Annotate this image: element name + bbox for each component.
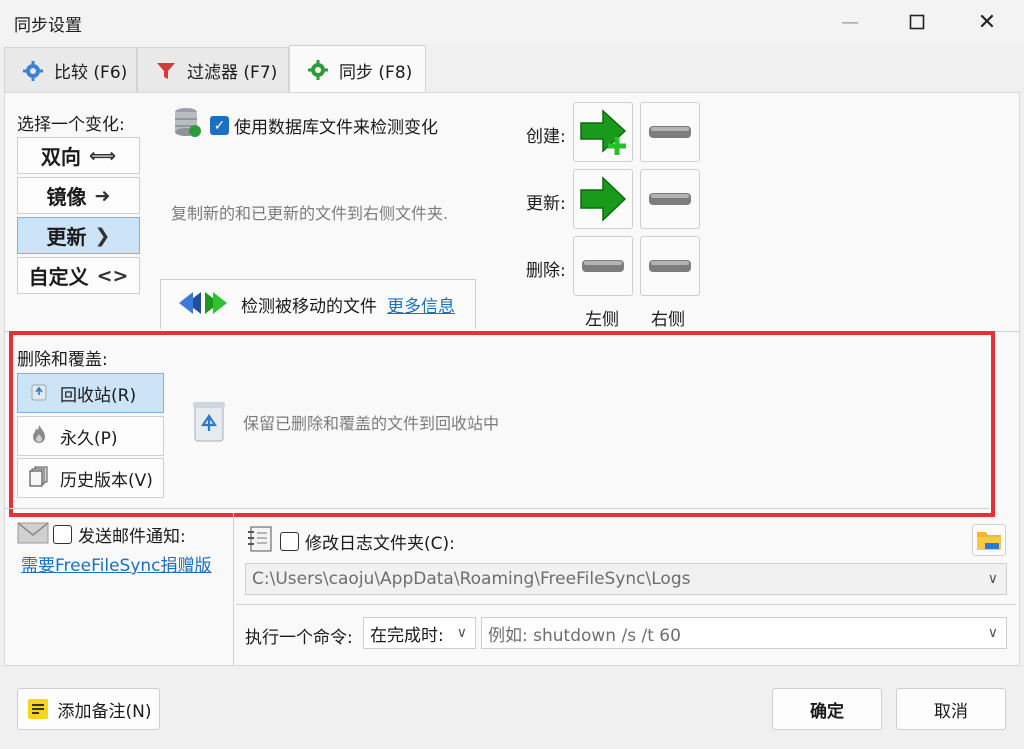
tab-filter[interactable]: 过滤器 (F7) [137, 47, 289, 93]
tab-filter-label: 过滤器 (F7) [187, 63, 278, 83]
tab-sync-label: 同步 (F8) [339, 62, 413, 83]
arrow-right-icon [580, 176, 627, 222]
log-folder-checkbox[interactable] [280, 532, 299, 551]
database-icon [173, 106, 203, 144]
browse-folder-button[interactable] [972, 524, 1006, 556]
variant-description: 复制新的和已更新的文件到右侧文件夹. [171, 204, 449, 223]
create-right-action-button[interactable] [640, 102, 700, 162]
highlight-frame [9, 331, 995, 517]
update-right-action-button[interactable] [640, 169, 700, 229]
close-icon: ✕ [977, 9, 997, 35]
none-icon [649, 260, 691, 272]
left-side-label: 左侧 [585, 310, 619, 330]
email-checkbox[interactable] [53, 525, 72, 544]
command-when-value: 在完成时: [370, 625, 444, 646]
variant-heading: 选择一个变化: [17, 115, 125, 135]
none-icon [649, 126, 691, 138]
log-folder-path-input[interactable]: C:\Users\caoju\AppData\Roaming\FreeFileS… [245, 563, 1007, 595]
cancel-button[interactable]: 取消 [896, 688, 1006, 730]
tab-compare[interactable]: 比较 (F6) [4, 47, 137, 93]
chevron-down-icon: ∨ [987, 571, 998, 587]
note-icon [27, 699, 48, 719]
chevron-right-icon: ❯ [94, 224, 111, 247]
command-label: 执行一个命令: [245, 628, 353, 648]
none-icon [582, 260, 624, 272]
detect-moved-files-label: 检测被移动的文件 [241, 297, 377, 317]
command-when-select[interactable]: 在完成时: ∨ [363, 617, 476, 649]
command-input[interactable]: 例如: shutdown /s /t 60 ∨ [481, 617, 1007, 649]
create-label: 创建: [526, 127, 566, 147]
check-icon: ✓ [213, 117, 226, 134]
update-left-action-button[interactable] [573, 169, 633, 229]
gear-icon [21, 59, 45, 83]
move-arrows-icon [175, 290, 231, 320]
create-left-action-button[interactable] [573, 102, 633, 162]
database-checkbox[interactable]: ✓ [210, 116, 229, 135]
funnel-icon [154, 59, 178, 83]
delete-right-action-button[interactable] [640, 236, 700, 296]
donation-edition-link[interactable]: 需要FreeFileSync捐赠版 [21, 551, 212, 576]
delete-left-action-button[interactable] [573, 236, 633, 296]
database-checkbox-label: 使用数据库文件来检测变化 [234, 118, 438, 138]
double-arrow-icon: ⟺ [88, 144, 117, 167]
email-checkbox-label: 发送邮件通知: [78, 527, 186, 547]
divider [5, 508, 989, 509]
detect-moved-files-box: 检测被移动的文件 更多信息 [160, 279, 476, 329]
none-icon [649, 193, 691, 205]
mail-icon [17, 522, 49, 548]
folder-icon [977, 532, 1001, 550]
delete-label: 删除: [526, 261, 566, 281]
vertical-divider [233, 513, 234, 666]
maximize-icon [909, 14, 925, 30]
variant-custom-button[interactable]: 自定义 <> [17, 257, 140, 294]
angle-brackets-icon: <> [96, 264, 129, 287]
variant-mirror-button[interactable]: 镜像 ➜ [17, 177, 140, 214]
right-side-label: 右侧 [651, 310, 685, 330]
variant-two-way-button[interactable]: 双向 ⟺ [17, 137, 140, 174]
log-folder-path-text: C:\Users\caoju\AppData\Roaming\FreeFileS… [252, 569, 691, 589]
arrow-create-icon [580, 109, 627, 155]
gear-icon [306, 58, 330, 82]
ok-button[interactable]: 确定 [772, 688, 882, 730]
window-title: 同步设置 [14, 16, 82, 36]
arrow-right-icon: ➜ [94, 184, 111, 207]
log-folder-checkbox-label: 修改日志文件夹(C): [305, 534, 455, 554]
tab-compare-label: 比较 (F6) [54, 63, 128, 83]
divider [236, 604, 1016, 605]
chevron-down-icon: ∨ [456, 625, 467, 641]
more-info-link[interactable]: 更多信息 [387, 292, 455, 317]
add-note-button[interactable]: 添加备注(N) [17, 688, 160, 730]
minimize-icon: — [841, 11, 859, 33]
chevron-down-icon: ∨ [987, 625, 998, 641]
log-notebook-icon [246, 525, 274, 557]
close-button[interactable]: ✕ [952, 0, 1022, 44]
update-label: 更新: [526, 194, 566, 214]
minimize-button[interactable]: — [815, 0, 885, 44]
variant-update-button[interactable]: 更新 ❯ [17, 217, 140, 254]
command-placeholder: 例如: shutdown /s /t 60 [488, 625, 681, 646]
maximize-button[interactable] [882, 0, 952, 44]
tab-sync[interactable]: 同步 (F8) [289, 45, 426, 94]
